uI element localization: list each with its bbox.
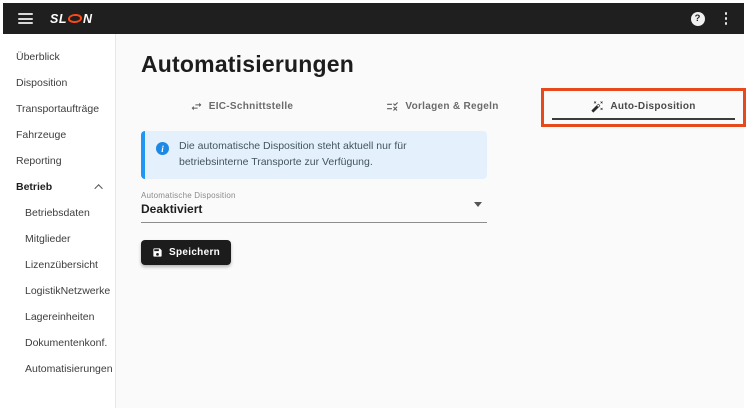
info-alert: i Die automatische Disposition steht akt… — [141, 131, 487, 179]
top-bar: SL N ? — [3, 3, 744, 34]
sidebar-item-mitglieder[interactable]: Mitglieder — [3, 226, 115, 252]
logo-text-right: N — [83, 12, 93, 26]
sidebar-item-automatisierungen[interactable]: Automatisierungen — [3, 356, 115, 382]
active-tab-indicator — [552, 118, 735, 120]
sidebar-item-fahrzeuge[interactable]: Fahrzeuge — [3, 122, 115, 148]
alert-text: Die automatische Disposition steht aktue… — [179, 139, 473, 171]
page-title: Automatisierungen — [141, 51, 744, 78]
menu-icon[interactable] — [18, 13, 33, 24]
logo-text-left: SL — [50, 12, 67, 26]
auto-disposition-select[interactable]: Automatische Disposition Deaktiviert — [141, 189, 487, 223]
app-window: SL N ? Überblick Disposition Transportauf… — [3, 3, 744, 408]
magic-wand-icon — [591, 100, 604, 113]
dropdown-arrow-icon — [474, 202, 482, 207]
sidebar-item-lizenzuebersicht[interactable]: Lizenzübersicht — [3, 252, 115, 278]
app-logo: SL N — [50, 12, 93, 26]
tab-auto-disposition[interactable]: Auto-Disposition — [543, 93, 744, 120]
save-icon — [152, 247, 163, 258]
sidebar: Überblick Disposition Transportaufträge … — [3, 34, 116, 408]
select-value: Deaktiviert — [141, 202, 487, 216]
save-button-label: Speichern — [169, 247, 220, 258]
sidebar-item-dokumentenkonf[interactable]: Dokumentenkonf. — [3, 330, 115, 356]
swap-horizontal-icon — [190, 100, 203, 113]
sidebar-item-disposition[interactable]: Disposition — [3, 70, 115, 96]
info-icon: i — [156, 142, 169, 155]
tab-label: Auto-Disposition — [610, 101, 695, 112]
logo-o-icon — [67, 14, 82, 23]
select-label: Automatische Disposition — [141, 191, 487, 200]
sidebar-item-label: Betrieb — [16, 181, 52, 193]
sidebar-item-lagereinheiten[interactable]: Lagereinheiten — [3, 304, 115, 330]
save-button[interactable]: Speichern — [141, 240, 231, 265]
sidebar-item-betriebsdaten[interactable]: Betriebsdaten — [3, 200, 115, 226]
main-content: Automatisierungen EIC-Schnittstelle Vorl… — [116, 34, 744, 408]
chevron-up-icon — [94, 184, 102, 192]
sidebar-item-logistiknetzwerke[interactable]: LogistikNetzwerke — [3, 278, 115, 304]
tab-label: Vorlagen & Regeln — [405, 101, 498, 112]
tab-vorlagen-regeln[interactable]: Vorlagen & Regeln — [342, 93, 543, 120]
sidebar-item-ueberblick[interactable]: Überblick — [3, 44, 115, 70]
sidebar-item-betrieb[interactable]: Betrieb — [3, 174, 115, 200]
sidebar-item-reporting[interactable]: Reporting — [3, 148, 115, 174]
tab-eic-schnittstelle[interactable]: EIC-Schnittstelle — [141, 93, 342, 120]
tab-bar: EIC-Schnittstelle Vorlagen & Regeln Auto… — [141, 93, 744, 120]
more-options-icon[interactable] — [723, 10, 730, 27]
tab-label: EIC-Schnittstelle — [209, 101, 294, 112]
rule-icon — [386, 100, 399, 113]
sidebar-item-transportauftraege[interactable]: Transportaufträge — [3, 96, 115, 122]
help-icon[interactable]: ? — [691, 12, 705, 26]
